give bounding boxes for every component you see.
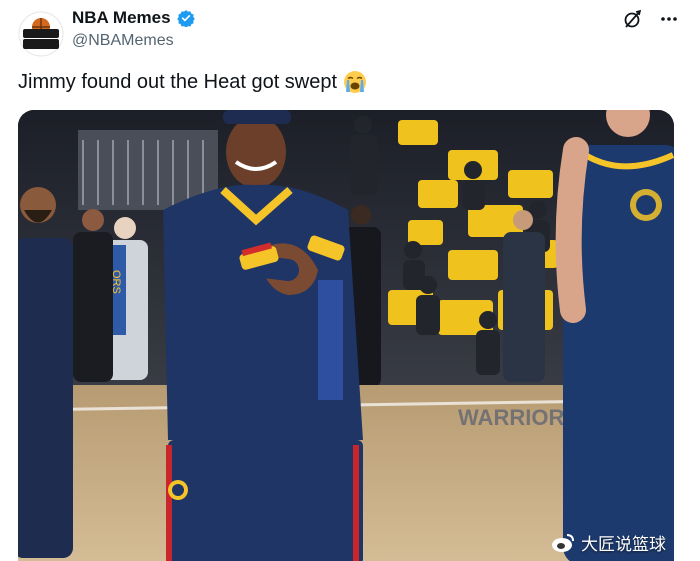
grok-icon xyxy=(624,9,642,28)
author-handle[interactable]: @NBAMemes xyxy=(72,32,174,50)
court-logo-text: WARRIORS xyxy=(458,405,579,430)
watermark-text: 大匠说篮球 xyxy=(581,535,666,555)
author-name-row[interactable]: NBA Memes xyxy=(72,8,195,28)
media-photo: ORS WARRIORS xyxy=(18,110,674,561)
more-options-button[interactable] xyxy=(658,8,680,30)
weibo-icon xyxy=(552,533,574,552)
grok-button[interactable] xyxy=(622,8,644,30)
avatar[interactable] xyxy=(18,11,64,57)
nba-memes-logo xyxy=(18,11,64,57)
tweet-top-actions xyxy=(622,8,680,30)
more-options-icon xyxy=(661,17,677,21)
tweet-card: NBA Memes @NBAMemes Jimmy found out the … xyxy=(0,0,700,561)
media-watermark: 大匠说篮球 xyxy=(551,530,666,555)
tweet-text: Jimmy found out the Heat got swept xyxy=(18,70,367,94)
tweet-media[interactable]: ORS WARRIORS 大匠说篮球 xyxy=(18,110,674,561)
tweet-text-content: Jimmy found out the Heat got swept xyxy=(18,70,338,93)
display-name[interactable]: NBA Memes xyxy=(72,8,171,28)
verified-badge-icon xyxy=(176,10,195,27)
loudly-crying-face-icon xyxy=(344,71,367,93)
